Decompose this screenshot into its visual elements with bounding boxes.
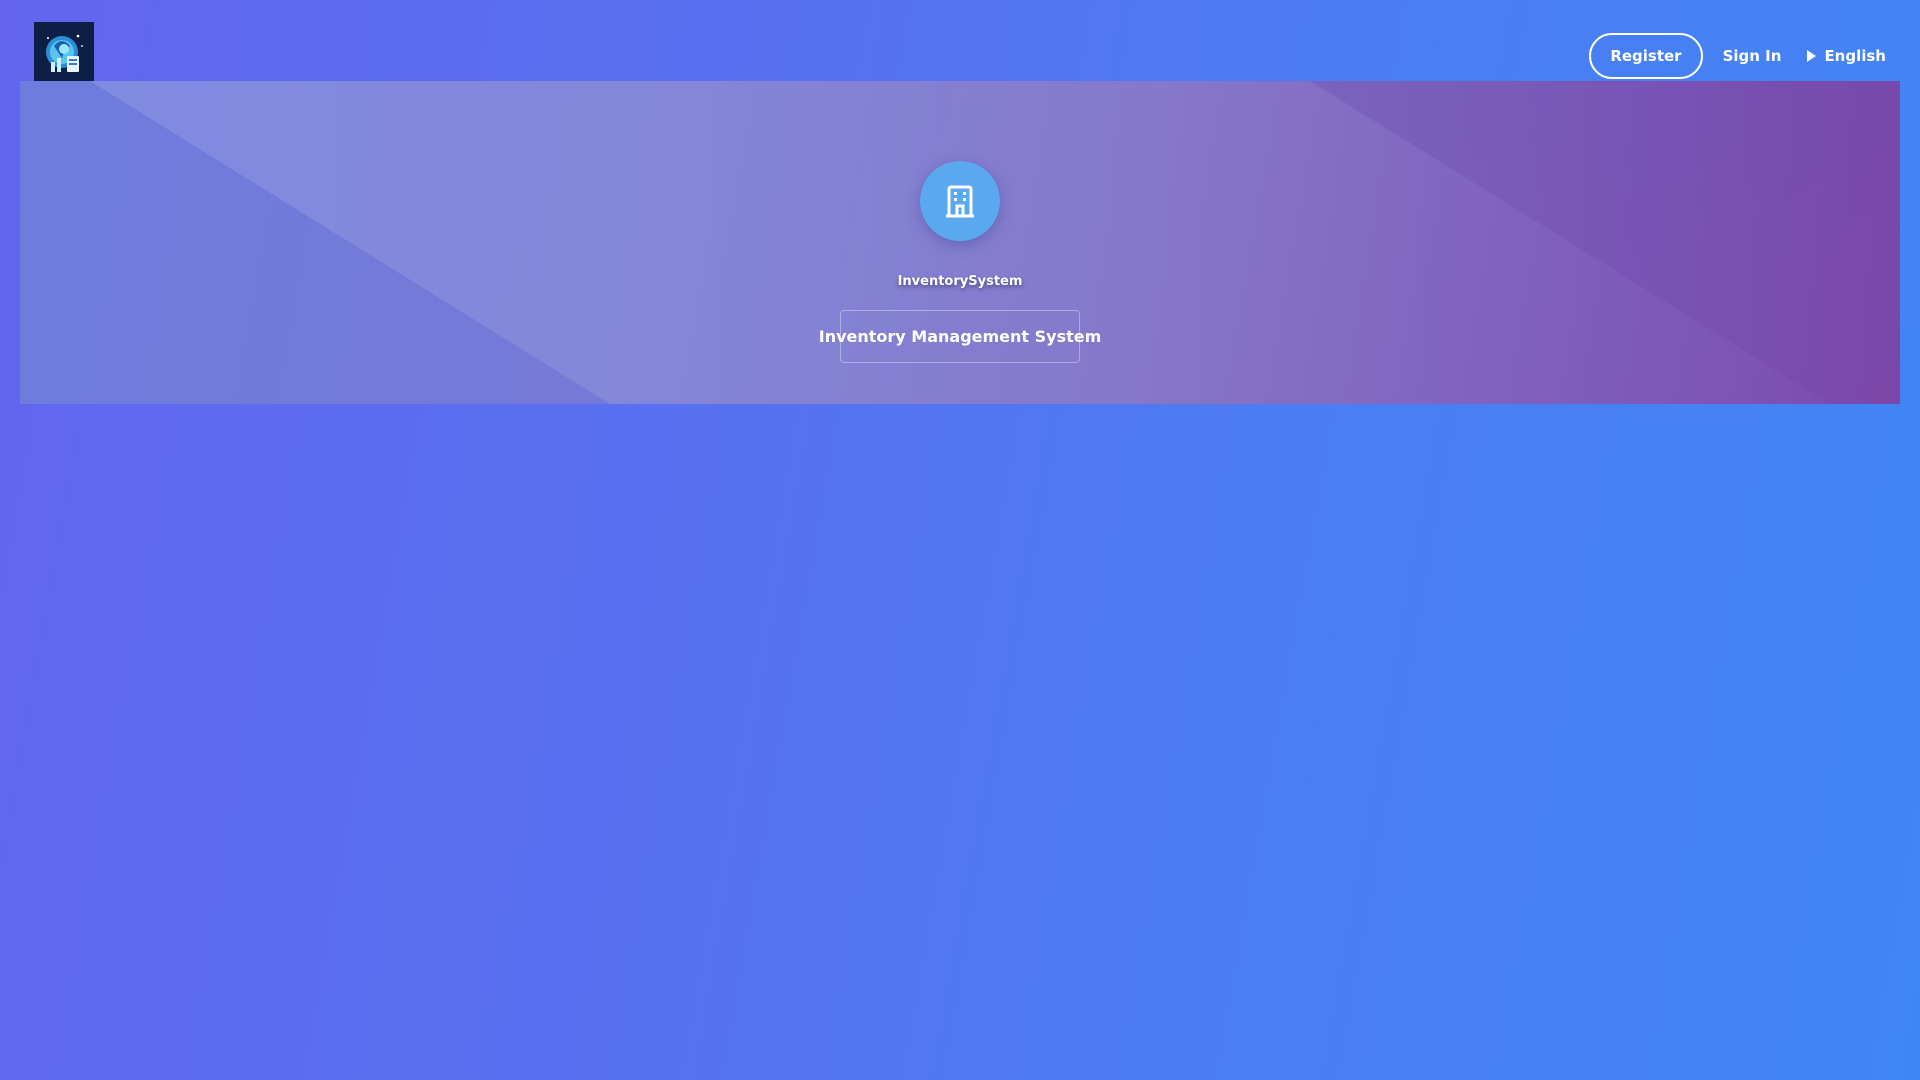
- register-button[interactable]: Register: [1589, 33, 1703, 79]
- header-actions: Register Sign In English: [1589, 32, 1886, 80]
- caret-right-icon: [1807, 50, 1817, 62]
- hero-content: InventorySystem Inventory Management Sys…: [20, 81, 1900, 404]
- app-subtitle: Inventory Management System: [819, 310, 1101, 363]
- app-name: InventorySystem: [897, 274, 1023, 289]
- building-icon: [920, 161, 1000, 241]
- hero-banner: InventorySystem Inventory Management Sys…: [20, 81, 1900, 404]
- language-label: English: [1824, 47, 1886, 65]
- sign-in-link[interactable]: Sign In: [1719, 47, 1786, 65]
- top-navigation-bar: Register Sign In English: [0, 0, 1920, 82]
- language-selector[interactable]: English: [1807, 47, 1886, 65]
- app-logo-icon[interactable]: [34, 22, 94, 82]
